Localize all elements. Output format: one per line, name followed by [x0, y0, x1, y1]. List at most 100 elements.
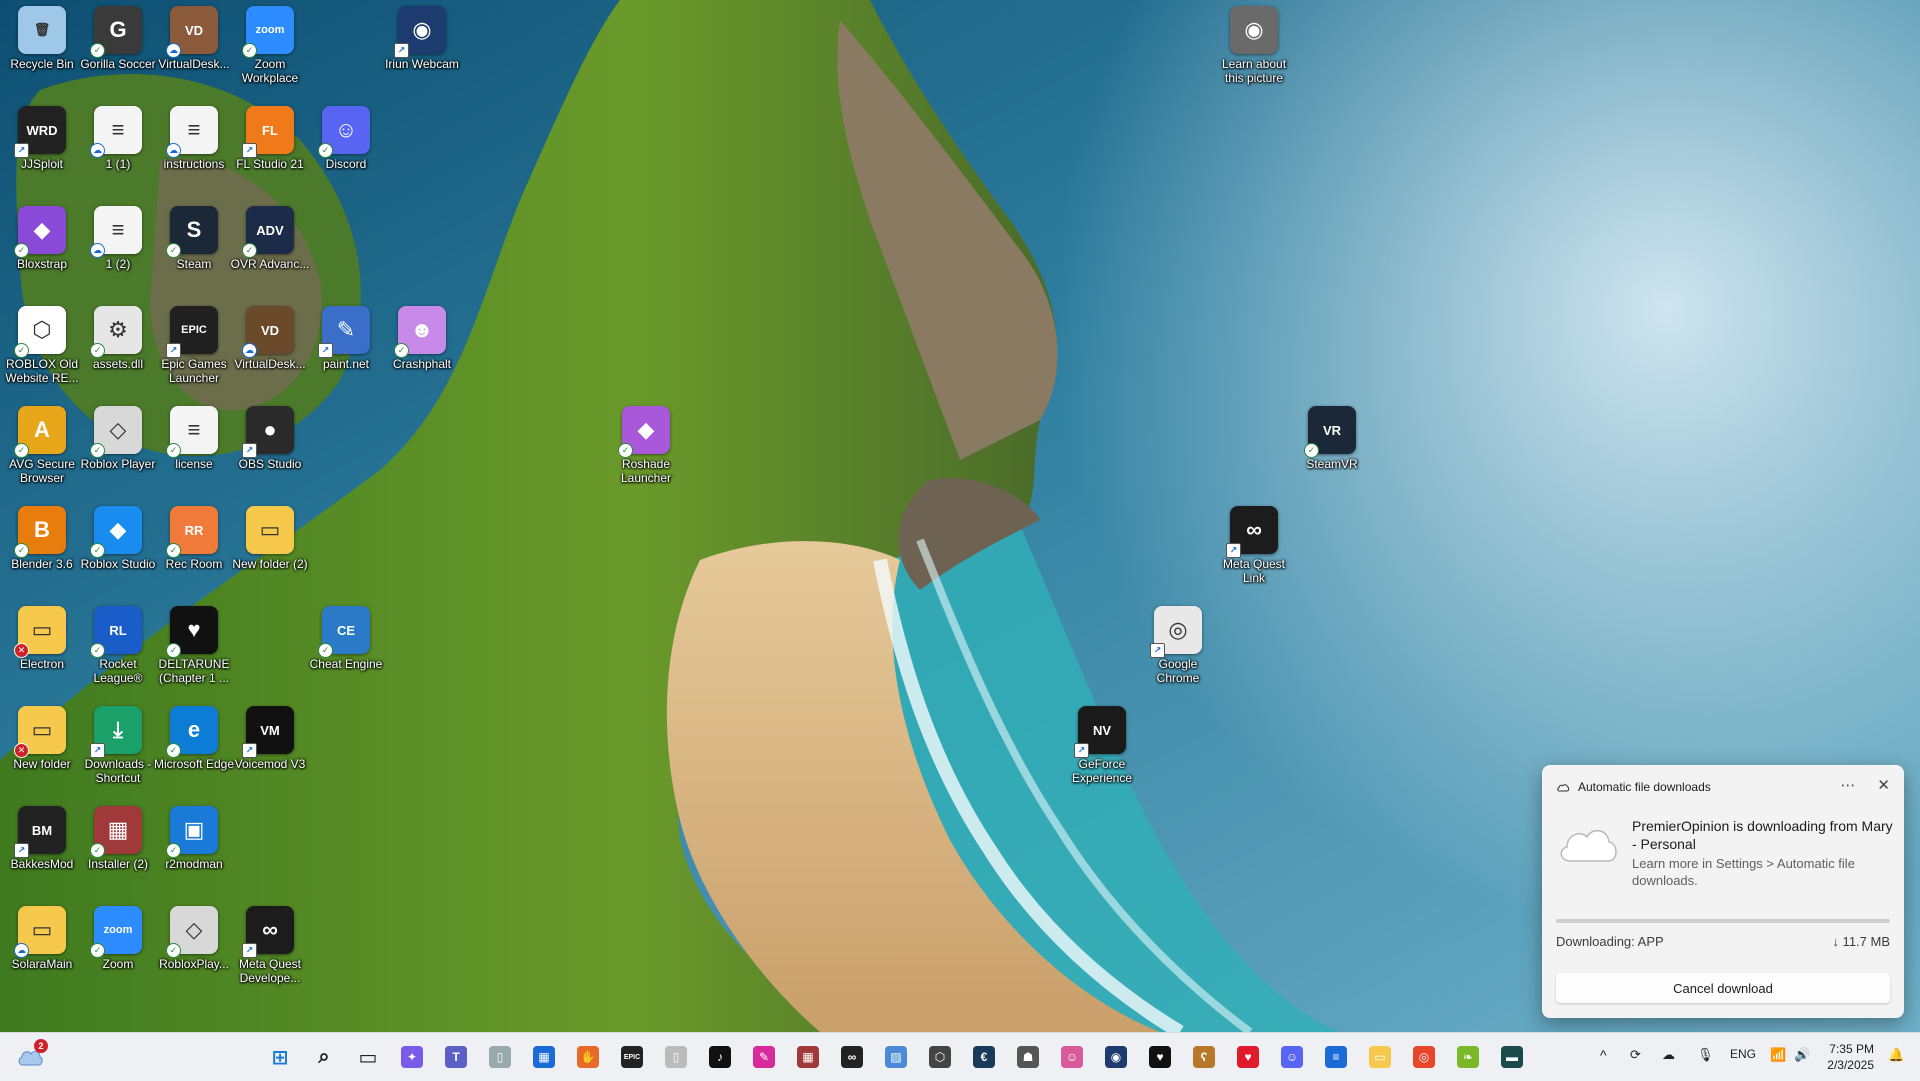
notification-header: Automatic file downloads	[1556, 780, 1711, 794]
notification-learn-more-link[interactable]: Learn more in Settings > Automatic file …	[1632, 855, 1894, 889]
app-icon: FL ↗	[242, 106, 294, 158]
desktop-icon[interactable]: ◎ ↗ Google Chrome	[1136, 606, 1220, 685]
desktop-icon[interactable]: ◆ ✓ Bloxstrap	[0, 206, 84, 271]
notepad-button[interactable]: ▯	[484, 1041, 516, 1073]
desktop-icon-label: JJSploit	[20, 157, 64, 171]
explorer-button[interactable]: ▭	[1364, 1041, 1396, 1073]
desktop-icon[interactable]: ≡ ☁ 1 (1)	[76, 106, 160, 171]
desktop-icon[interactable]: zoom ✓ Zoom	[76, 906, 160, 971]
close-icon[interactable]: ✕	[1877, 776, 1890, 794]
synced-check-badge-icon: ✓	[90, 443, 105, 458]
character-button[interactable]: ☺	[1056, 1041, 1088, 1073]
search-button[interactable]: ⌕	[308, 1041, 340, 1073]
desktop-icon[interactable]: VD ☁ VirtualDesk...	[152, 6, 236, 71]
desktop-icon[interactable]: ◆ ✓ Roblox Studio	[76, 506, 160, 571]
synced-check-badge-icon: ✓	[90, 643, 105, 658]
desktop-icon[interactable]: ≡ ✓ license	[152, 406, 236, 471]
sync-icon[interactable]: ⟳	[1630, 1047, 1641, 1063]
desktop-icon[interactable]: RL ✓ Rocket League®	[76, 606, 160, 685]
file-button[interactable]: ▯	[660, 1041, 692, 1073]
desktop-icon[interactable]: ▭ ✕ Electron	[0, 606, 84, 671]
desktop-icon[interactable]: CE ✓ Cheat Engine	[304, 606, 388, 671]
desktop-icon[interactable]: zoom ✓ Zoom Workplace	[228, 6, 312, 85]
desktop-icon[interactable]: ⬡ ✓ ROBLOX Old Website RE...	[0, 306, 84, 385]
desktop-icon[interactable]: ▭ ☁ SolaraMain	[0, 906, 84, 971]
desktop-icon[interactable]: ◉ ↗ Iriun Webcam	[380, 6, 464, 71]
image-button[interactable]: ▨	[880, 1041, 912, 1073]
desktop-icon[interactable]: ● ↗ OBS Studio	[228, 406, 312, 471]
desktop-icon[interactable]: ◇ ✓ RobloxPlay...	[152, 906, 236, 971]
weather-widget[interactable]: 2	[14, 1039, 48, 1073]
desktop-icon[interactable]: ≡ ☁ 1 (2)	[76, 206, 160, 271]
microphone-icon[interactable]: 🎙	[1697, 1047, 1714, 1063]
desktop-icon[interactable]: B ✓ Blender 3.6	[0, 506, 84, 571]
desktop-icon[interactable]: ◉ Learn about this picture	[1212, 6, 1296, 85]
leaf-icon: ❧	[1457, 1046, 1479, 1068]
wifi-icon[interactable]: 📶	[1770, 1047, 1786, 1063]
desktop-icon[interactable]: ⚙ ✓ assets.dll	[76, 306, 160, 371]
desktop-icon[interactable]: ☻ ✓ Crashphalt	[380, 306, 464, 371]
desktop-icon[interactable]: NV ↗ GeForce Experience	[1060, 706, 1144, 785]
desktop-icon[interactable]: ✎ ↗ paint.net	[304, 306, 388, 371]
start-button[interactable]: ⊞	[264, 1041, 296, 1073]
roblox-taskbar-button[interactable]: ⬡	[924, 1041, 956, 1073]
volume-icon[interactable]: 🔊	[1794, 1047, 1810, 1063]
desktop-icon[interactable]: RR ✓ Rec Room	[152, 506, 236, 571]
desktop-icon[interactable]: ∞ ↗ Meta Quest Link	[1212, 506, 1296, 585]
desktop-icon[interactable]: ▦ ✓ Installer (2)	[76, 806, 160, 871]
hand-app-button[interactable]: ✋	[572, 1041, 604, 1073]
desktop-icon[interactable]: EPIC ↗ Epic Games Launcher	[152, 306, 236, 385]
iriun-button[interactable]: ◉	[1100, 1041, 1132, 1073]
desktop-icon[interactable]: VD ☁ VirtualDesk...	[228, 306, 312, 371]
desktop-icon[interactable]: ♥ ✓ DELTARUNE (Chapter 1 ...	[152, 606, 236, 685]
onedrive-tray-icon[interactable]: ☁	[1662, 1047, 1675, 1063]
teams-button[interactable]: T	[440, 1041, 472, 1073]
epic-games-button[interactable]: EPIC	[616, 1041, 648, 1073]
show-hidden-icons-chevron[interactable]: ^	[1600, 1047, 1607, 1063]
deltarune-icon: ♥	[1149, 1046, 1171, 1068]
desktop-icon[interactable]: VR ✓ SteamVR	[1290, 406, 1374, 471]
notes-button[interactable]: ≡	[1320, 1041, 1352, 1073]
tiktok-button[interactable]: ♪	[704, 1041, 736, 1073]
chrome-button[interactable]: ◎	[1408, 1041, 1440, 1073]
copilot-button[interactable]: ✦	[396, 1041, 428, 1073]
winrar-button[interactable]: ▦	[792, 1041, 824, 1073]
desktop-icon[interactable]: ◆ ✓ Roshade Launcher	[604, 406, 688, 485]
bear-button[interactable]: ʕ	[1188, 1041, 1220, 1073]
discord-button[interactable]: ☺	[1276, 1041, 1308, 1073]
cancel-download-button[interactable]: Cancel download	[1556, 973, 1890, 1003]
deltarune-button[interactable]: ♥	[1144, 1041, 1176, 1073]
desktop-icon[interactable]: ▣ ✓ r2modman	[152, 806, 236, 871]
desktop-icon[interactable]: FL ↗ FL Studio 21	[228, 106, 312, 171]
desktop-icon[interactable]: BM ↗ BakkesMod	[0, 806, 84, 871]
edge-style-button[interactable]: €	[968, 1041, 1000, 1073]
desktop-icon[interactable]: VM ↗ Voicemod V3	[228, 706, 312, 771]
meta-button[interactable]: ∞	[836, 1041, 868, 1073]
ghost-button[interactable]: ☗	[1012, 1041, 1044, 1073]
terminal-button[interactable]: ▬	[1496, 1041, 1528, 1073]
desktop-icon[interactable]: ≡ ☁ instructions	[152, 106, 236, 171]
desktop-icon[interactable]: G ✓ Gorilla Soccer	[76, 6, 160, 71]
clock[interactable]: 7:35 PM 2/3/2025	[1827, 1041, 1874, 1073]
desktop-icon[interactable]: WRD ↗ JJSploit	[0, 106, 84, 171]
desktop-icon[interactable]: 🗑 Recycle Bin	[0, 6, 84, 71]
desktop-icon[interactable]: ▭ ✕ New folder	[0, 706, 84, 771]
heart-button[interactable]: ♥	[1232, 1041, 1264, 1073]
desktop-icon[interactable]: ∞ ↗ Meta Quest Develope...	[228, 906, 312, 985]
desktop-icon[interactable]: A ✓ AVG Secure Browser	[0, 406, 84, 485]
leaf-button[interactable]: ❧	[1452, 1041, 1484, 1073]
ellipsis-icon[interactable]: ⋯	[1840, 776, 1855, 794]
notification-center-icon[interactable]: 🔔	[1888, 1047, 1904, 1063]
desktop-icon[interactable]: ADV ✓ OVR Advanc...	[228, 206, 312, 271]
desktop-icon[interactable]: ⤓ ↗ Downloads - Shortcut	[76, 706, 160, 785]
app-icon: ≡ ☁	[166, 106, 218, 158]
desktop-icon[interactable]: S ✓ Steam	[152, 206, 236, 271]
desktop-icon[interactable]: e ✓ Microsoft Edge	[152, 706, 236, 771]
desktop-icon[interactable]: ☺ ✓ Discord	[304, 106, 388, 171]
language-indicator[interactable]: ENG	[1730, 1047, 1756, 1061]
desktop-icon[interactable]: ▭ New folder (2)	[228, 506, 312, 571]
desktop-icon[interactable]: ◇ ✓ Roblox Player	[76, 406, 160, 471]
store-button[interactable]: ▦	[528, 1041, 560, 1073]
task-view-button[interactable]: ▭	[352, 1041, 384, 1073]
app-pink-button[interactable]: ✎	[748, 1041, 780, 1073]
